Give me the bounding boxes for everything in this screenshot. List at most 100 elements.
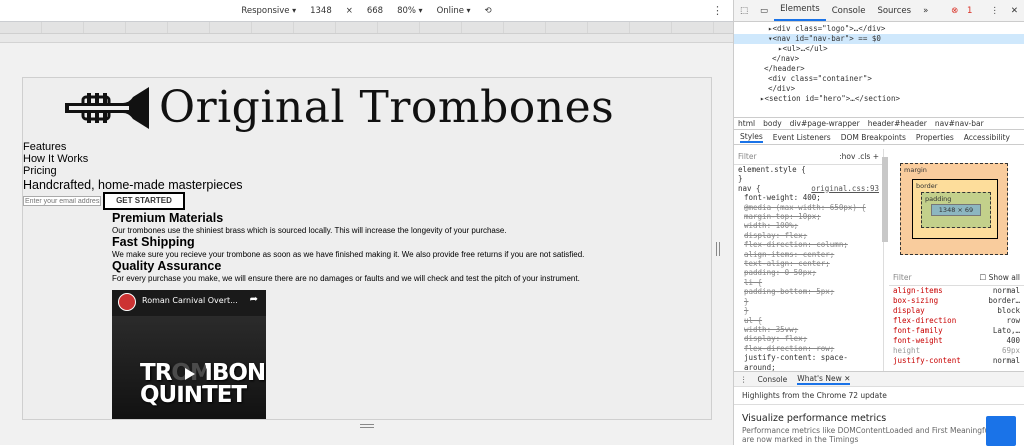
viewport-resize-handle-right[interactable] xyxy=(716,242,720,256)
nav-link-pricing[interactable]: Pricing xyxy=(23,165,88,177)
viewport-height-input[interactable]: 668 xyxy=(367,6,383,16)
css-property[interactable]: @media (max-width: 650px) { xyxy=(734,203,883,212)
drawer-tab-whats-new[interactable]: What's New ✕ xyxy=(797,374,851,385)
nav-link-features[interactable]: Features xyxy=(23,141,88,153)
styles-pane: Filter :hov .cls + element.style { } nav… xyxy=(734,149,884,371)
error-count-badge[interactable]: ⊗ 1 xyxy=(945,6,984,16)
breadcrumb-item[interactable]: div#page-wrapper xyxy=(790,119,860,128)
computed-property-value: normal xyxy=(992,286,1020,295)
video-embed[interactable]: Roman Carnival Overt... ➦ TROMBONE QUINT… xyxy=(112,290,266,419)
computed-filter-input[interactable]: Filter xyxy=(893,273,912,283)
rotate-icon[interactable]: ⟲ xyxy=(485,6,492,16)
css-property[interactable]: flex-direction: row; xyxy=(734,344,883,353)
css-property[interactable]: text-align: center; xyxy=(734,259,883,268)
settings-icon[interactable]: ⋮ xyxy=(984,6,1005,16)
css-property[interactable]: display: flex; xyxy=(734,334,883,343)
drawer-tab-console[interactable]: Console xyxy=(758,375,788,384)
breadcrumb-item[interactable]: body xyxy=(763,119,782,128)
breadcrumb-item[interactable]: header#header xyxy=(868,119,927,128)
computed-property[interactable]: justify-content normal xyxy=(889,356,1024,366)
close-icon[interactable]: ✕ xyxy=(1005,6,1024,16)
css-property[interactable]: flex-direction: column; xyxy=(734,240,883,249)
dom-node[interactable]: ▸<ul>…</ul> xyxy=(734,44,1024,54)
css-property[interactable]: li { xyxy=(734,278,883,287)
dom-node-selected[interactable]: ▾<nav id="nav-bar"> == $0 xyxy=(734,34,1024,44)
css-property[interactable]: ul { xyxy=(734,316,883,325)
dom-node[interactable]: </div> xyxy=(734,84,1024,94)
dom-node[interactable]: ▸<section id="hero">…</section> xyxy=(734,94,1024,104)
computed-property-name: align-items xyxy=(893,286,943,295)
get-started-button[interactable]: GET STARTED xyxy=(103,192,185,210)
computed-property-name: display xyxy=(893,306,925,315)
media-query-ruler[interactable] xyxy=(0,22,733,34)
computed-property-value: row xyxy=(1006,316,1020,325)
element-style-open[interactable]: element.style { xyxy=(734,165,883,174)
css-property[interactable]: justify-content: space- xyxy=(734,353,883,362)
email-input[interactable] xyxy=(23,196,101,206)
viewport-resize-handle-bottom[interactable] xyxy=(360,424,374,428)
viewport-width-input[interactable]: 1348 xyxy=(310,6,332,16)
styles-filter-input[interactable]: Filter xyxy=(738,152,757,161)
computed-property-value: Lato,… xyxy=(992,326,1020,335)
tab-dom-breakpoints[interactable]: DOM Breakpoints xyxy=(841,133,906,142)
play-icon[interactable] xyxy=(172,362,206,386)
video-title[interactable]: Roman Carnival Overt... xyxy=(142,296,238,305)
network-throttle-select[interactable]: Online xyxy=(437,6,471,16)
device-mode-select[interactable]: Responsive xyxy=(241,6,296,16)
show-all-checkbox[interactable]: ☐ Show all xyxy=(980,273,1021,283)
css-property[interactable]: } xyxy=(734,306,883,315)
device-toggle-icon[interactable]: ▭ xyxy=(754,6,774,16)
computed-property[interactable]: align-items normal xyxy=(889,286,1024,296)
styles-subtabs: Styles Event Listeners DOM Breakpoints P… xyxy=(734,130,1024,145)
styles-filter[interactable]: Filter :hov .cls + xyxy=(734,149,883,165)
tab-properties[interactable]: Properties xyxy=(916,133,954,142)
css-rule-selector[interactable]: nav { xyxy=(738,184,761,193)
computed-property-name: justify-content xyxy=(893,356,961,365)
zoom-select[interactable]: 80% xyxy=(397,6,422,16)
computed-filter[interactable]: Filter ☐ Show all xyxy=(889,270,1024,286)
share-icon[interactable]: ➦ xyxy=(250,294,258,305)
computed-property[interactable]: font-weight 400 xyxy=(889,336,1024,346)
box-model-margin[interactable]: margin border padding 1348 × 69 xyxy=(900,163,1008,255)
tab-console[interactable]: Console xyxy=(826,6,872,16)
styles-filter-actions[interactable]: :hov .cls + xyxy=(839,152,879,161)
css-property[interactable]: align-items: center; xyxy=(734,250,883,259)
box-model-padding[interactable]: padding 1348 × 69 xyxy=(921,192,991,228)
inspect-icon[interactable]: ⬚ xyxy=(734,6,754,16)
tab-event-listeners[interactable]: Event Listeners xyxy=(773,133,831,142)
dom-node[interactable]: <div class="container"> xyxy=(734,74,1024,84)
box-model-content[interactable]: 1348 × 69 xyxy=(931,204,981,216)
css-property[interactable]: width: 100%; xyxy=(734,221,883,230)
css-property[interactable]: display: flex; xyxy=(734,231,883,240)
css-property[interactable]: margin-top: 10px; xyxy=(734,212,883,221)
css-property[interactable]: } xyxy=(734,297,883,306)
styles-scrollbar[interactable] xyxy=(882,157,888,242)
css-rule-source-link[interactable]: original.css:93 xyxy=(811,184,883,193)
computed-property[interactable]: box-sizing border… xyxy=(889,296,1024,306)
dom-node[interactable]: </header> xyxy=(734,64,1024,74)
tab-accessibility[interactable]: Accessibility xyxy=(964,133,1010,142)
box-model-border[interactable]: border padding 1348 × 69 xyxy=(912,179,998,239)
tab-styles[interactable]: Styles xyxy=(740,132,763,143)
css-property[interactable]: width: 35vw; xyxy=(734,325,883,334)
devtools-panel: ⬚ ▭ Elements Console Sources » ⊗ 1 ⋮ ✕ ▸… xyxy=(734,0,1024,446)
css-property[interactable]: around; xyxy=(734,363,883,371)
computed-property[interactable]: flex-direction row xyxy=(889,316,1024,326)
breadcrumb-item[interactable]: html xyxy=(738,119,755,128)
computed-property[interactable]: font-family Lato,… xyxy=(889,326,1024,336)
dom-node[interactable]: </nav> xyxy=(734,54,1024,64)
css-property[interactable]: font-weight: 400; xyxy=(734,193,883,202)
css-property[interactable]: padding: 0 50px; xyxy=(734,268,883,277)
more-options-icon[interactable]: ⋮ xyxy=(712,4,723,17)
dom-node[interactable]: ▸<div class="logo">…</div> xyxy=(734,24,1024,34)
more-tabs-icon[interactable]: » xyxy=(917,6,934,16)
whats-new-heading[interactable]: Visualize performance metrics xyxy=(734,405,1024,426)
computed-property[interactable]: height 69px xyxy=(889,346,1024,356)
tab-sources[interactable]: Sources xyxy=(871,6,917,16)
nav-link-how-it-works[interactable]: How It Works xyxy=(23,153,88,165)
computed-property[interactable]: display block xyxy=(889,306,1024,316)
css-property[interactable]: padding-bottom: 5px; xyxy=(734,287,883,296)
tab-elements[interactable]: Elements xyxy=(774,0,826,21)
drawer-menu-icon[interactable]: ⋮ xyxy=(740,375,748,384)
breadcrumb-item[interactable]: nav#nav-bar xyxy=(935,119,984,128)
